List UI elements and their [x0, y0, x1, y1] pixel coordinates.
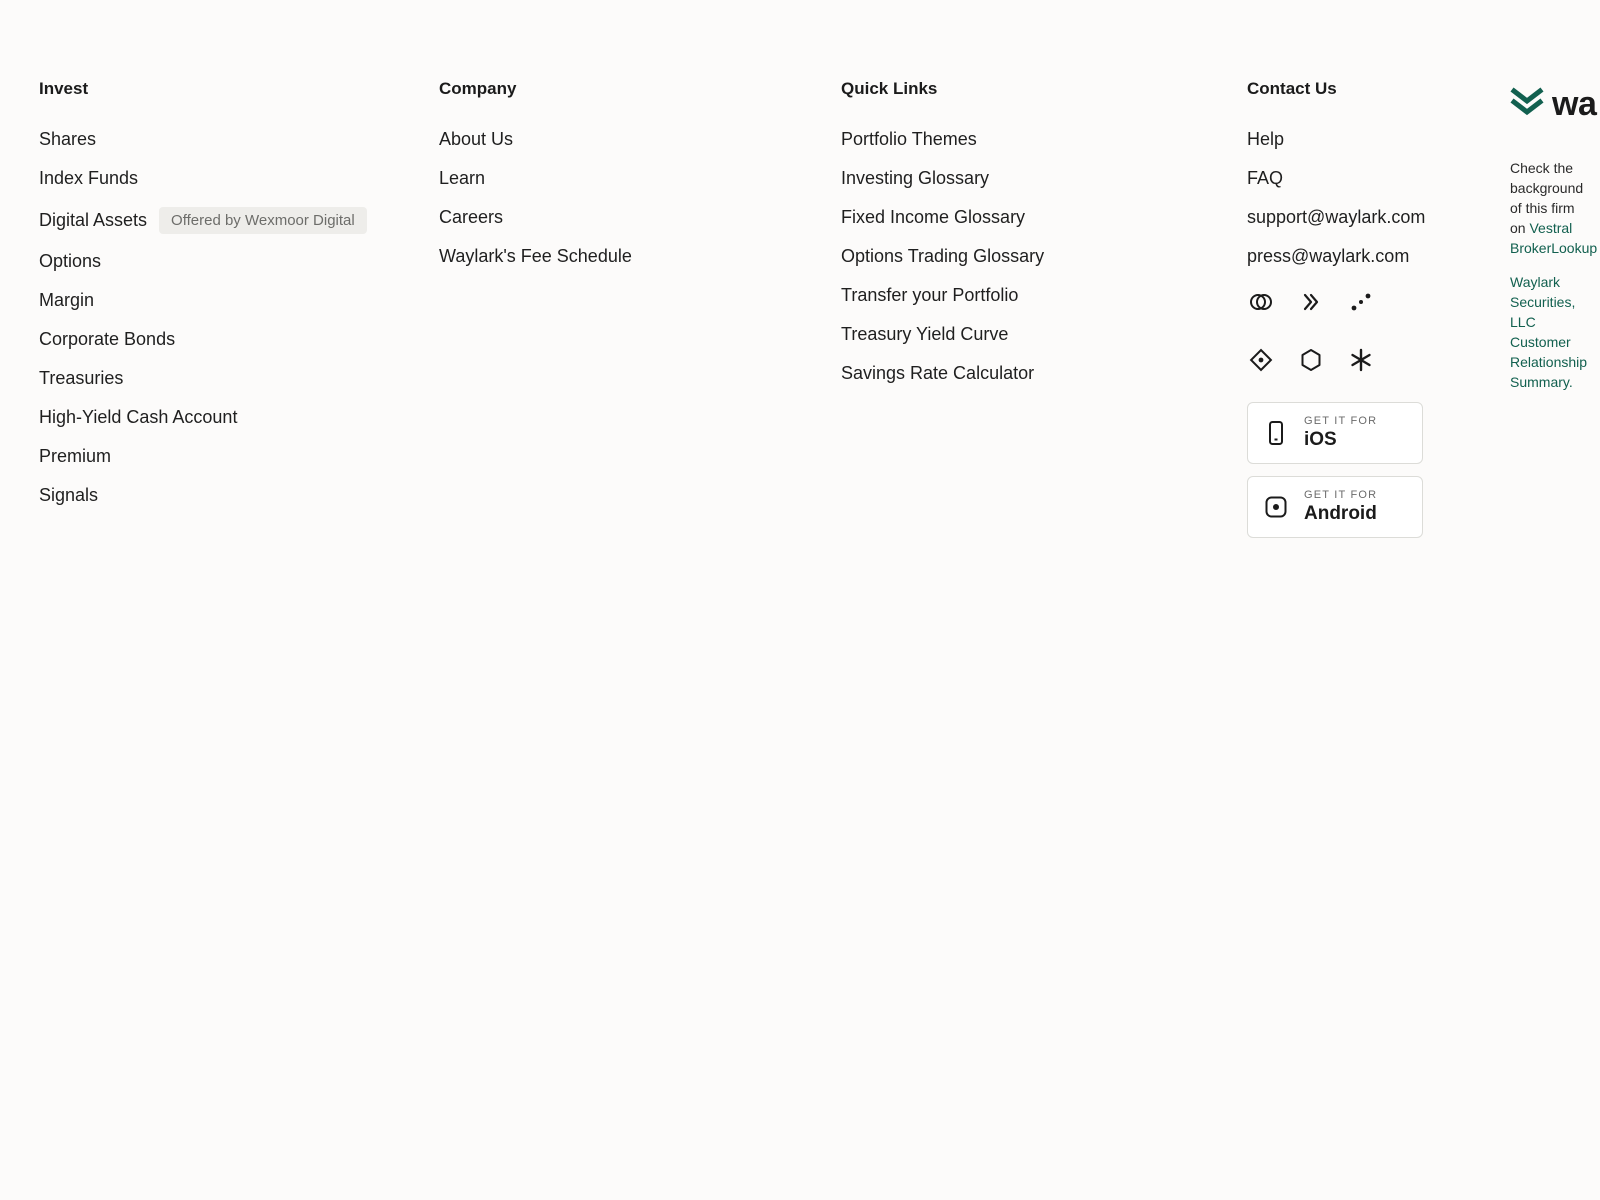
footer-column-brand: wa Check the background of this firm on …	[1510, 84, 1600, 392]
social-icons	[1243, 284, 1425, 400]
footer-column-invest: Invest Shares Index Funds Digital Assets…	[39, 79, 367, 515]
footer-column-company: Company About Us Learn Careers Waylark's…	[439, 79, 632, 276]
footer-column-contact: Contact Us Help FAQ support@waylark.com …	[1247, 79, 1425, 550]
chevrons-right-icon[interactable]	[1293, 284, 1329, 320]
rings-icon[interactable]	[1243, 284, 1279, 320]
quick-links-list: Portfolio Themes Investing Glossary Fixe…	[841, 120, 1044, 393]
link-shares[interactable]: Shares	[39, 129, 96, 150]
link-press-email[interactable]: press@waylark.com	[1247, 246, 1409, 267]
diamond-icon[interactable]	[1243, 342, 1279, 378]
link-fee-schedule[interactable]: Waylark's Fee Schedule	[439, 246, 632, 267]
crs-link[interactable]: Waylark Securities, LLC Customer Relatio…	[1510, 274, 1587, 390]
link-portfolio-themes[interactable]: Portfolio Themes	[841, 129, 977, 150]
link-treasuries[interactable]: Treasuries	[39, 368, 123, 389]
logo-chevrons-icon	[1510, 86, 1544, 122]
brokercheck-text: Check the background of this firm on Ves…	[1510, 158, 1597, 258]
brand-logo[interactable]: wa	[1510, 84, 1600, 124]
link-options[interactable]: Options	[39, 251, 101, 272]
crs-text: Waylark Securities, LLC Customer Relatio…	[1510, 272, 1594, 392]
link-signals[interactable]: Signals	[39, 485, 98, 506]
footer-column-quick-links: Quick Links Portfolio Themes Investing G…	[841, 79, 1044, 393]
phone-icon	[1248, 420, 1304, 446]
ios-app-button[interactable]: GET IT FOR iOS	[1247, 402, 1423, 464]
column-title-contact: Contact Us	[1247, 79, 1337, 98]
android-button-label: Android	[1304, 502, 1377, 524]
link-index-funds[interactable]: Index Funds	[39, 168, 138, 189]
link-fixed-income-glossary[interactable]: Fixed Income Glossary	[841, 207, 1025, 228]
digital-assets-badge: Offered by Wexmoor Digital	[159, 206, 367, 234]
link-about-us[interactable]: About Us	[439, 129, 513, 150]
column-title-quick-links: Quick Links	[841, 79, 938, 98]
link-savings-rate-calculator[interactable]: Savings Rate Calculator	[841, 363, 1034, 384]
android-button-caption: GET IT FOR	[1304, 488, 1378, 501]
link-investing-glossary[interactable]: Investing Glossary	[841, 168, 989, 189]
link-careers[interactable]: Careers	[439, 207, 503, 228]
link-help[interactable]: Help	[1247, 129, 1284, 150]
company-links: About Us Learn Careers Waylark's Fee Sch…	[439, 120, 632, 276]
hexagon-icon[interactable]	[1293, 342, 1329, 378]
column-title-invest: Invest	[39, 79, 89, 98]
dots-icon[interactable]	[1343, 284, 1379, 320]
column-title-company: Company	[439, 79, 517, 98]
ios-button-label: iOS	[1304, 428, 1337, 450]
link-support-email[interactable]: support@waylark.com	[1247, 207, 1425, 228]
android-app-button[interactable]: GET IT FOR Android	[1247, 476, 1423, 538]
asterisk-icon[interactable]	[1343, 342, 1379, 378]
link-faq[interactable]: FAQ	[1247, 168, 1283, 189]
link-options-trading-glossary[interactable]: Options Trading Glossary	[841, 246, 1044, 267]
android-icon	[1248, 495, 1304, 519]
link-premium[interactable]: Premium	[39, 446, 111, 467]
link-learn[interactable]: Learn	[439, 168, 485, 189]
ios-button-caption: GET IT FOR	[1304, 414, 1378, 427]
link-transfer-portfolio[interactable]: Transfer your Portfolio	[841, 285, 1018, 306]
link-treasury-yield-curve[interactable]: Treasury Yield Curve	[841, 324, 1008, 345]
link-high-yield-cash[interactable]: High-Yield Cash Account	[39, 407, 237, 428]
link-corporate-bonds[interactable]: Corporate Bonds	[39, 329, 175, 350]
contact-links: Help FAQ support@waylark.com press@wayla…	[1247, 120, 1425, 276]
brand-wordmark: wa	[1552, 84, 1597, 123]
invest-links: Shares Index Funds Digital Assets Offere…	[39, 120, 367, 515]
link-margin[interactable]: Margin	[39, 290, 94, 311]
link-digital-assets[interactable]: Digital Assets	[39, 210, 147, 231]
